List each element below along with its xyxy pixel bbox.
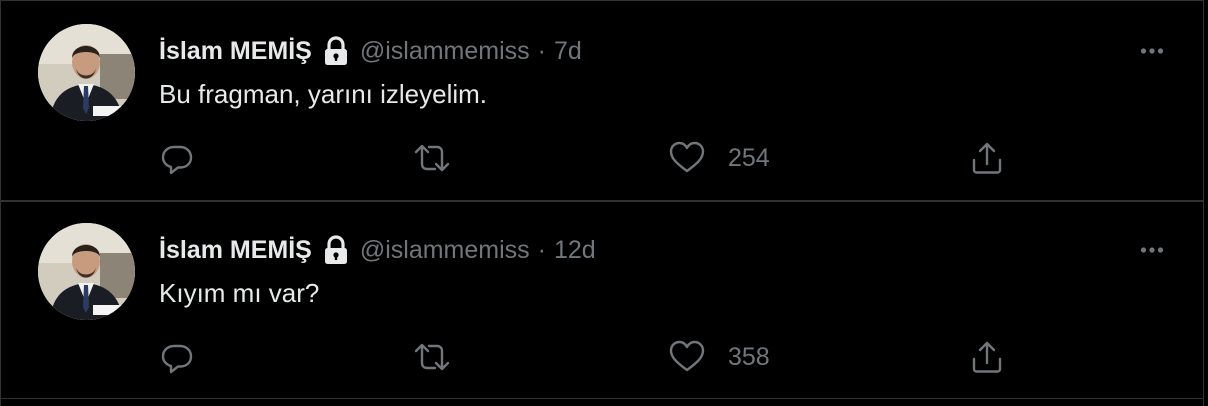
share-button[interactable] [969, 337, 1005, 377]
timestamp[interactable]: 7d [554, 37, 582, 66]
tweet-text: Kıyım mı var? [159, 278, 320, 308]
tweet-header: İslam MEMİŞ @islammemiss · 12d [159, 230, 596, 270]
tweet-header: İslam MEMİŞ @islammemiss · 7d [159, 31, 582, 71]
author-handle[interactable]: @islammemiss [360, 236, 530, 265]
tweet[interactable]: İslam MEMİŞ @islammemiss · 12d Kıyım mı … [1, 200, 1203, 399]
author-name[interactable]: İslam MEMİŞ [159, 37, 312, 66]
share-button[interactable] [969, 138, 1005, 178]
tweet-text: Bu fragman, yarını izleyelim. [159, 79, 488, 109]
separator: · [537, 235, 546, 264]
retweet-icon [413, 339, 451, 375]
author-name[interactable]: İslam MEMİŞ [159, 236, 312, 265]
lock-icon [320, 35, 352, 67]
tweet-feed: İslam MEMİŞ @islammemiss · 7d Bu fragman… [0, 0, 1204, 406]
reply-button[interactable] [159, 138, 195, 178]
like-button[interactable]: 254 [668, 138, 770, 178]
avatar[interactable] [38, 24, 135, 121]
retweet-button[interactable] [413, 138, 451, 178]
share-icon [969, 140, 1005, 176]
heart-icon [668, 140, 706, 176]
retweet-icon [413, 140, 451, 176]
tweet[interactable]: İslam MEMİŞ @islammemiss · 7d Bu fragman… [1, 0, 1203, 200]
reply-button[interactable] [159, 337, 195, 377]
heart-icon [668, 339, 706, 375]
share-icon [969, 339, 1005, 375]
avatar[interactable] [38, 223, 135, 320]
reply-icon [159, 140, 195, 176]
like-count: 254 [728, 143, 770, 172]
like-count: 358 [728, 342, 770, 371]
separator: · [537, 36, 546, 65]
like-button[interactable]: 358 [668, 337, 770, 377]
timestamp[interactable]: 12d [554, 236, 596, 265]
more-icon[interactable] [1134, 39, 1170, 63]
author-handle[interactable]: @islammemiss [360, 37, 530, 66]
reply-icon [159, 339, 195, 375]
retweet-button[interactable] [413, 337, 451, 377]
lock-icon [320, 234, 352, 266]
more-icon[interactable] [1134, 238, 1170, 262]
